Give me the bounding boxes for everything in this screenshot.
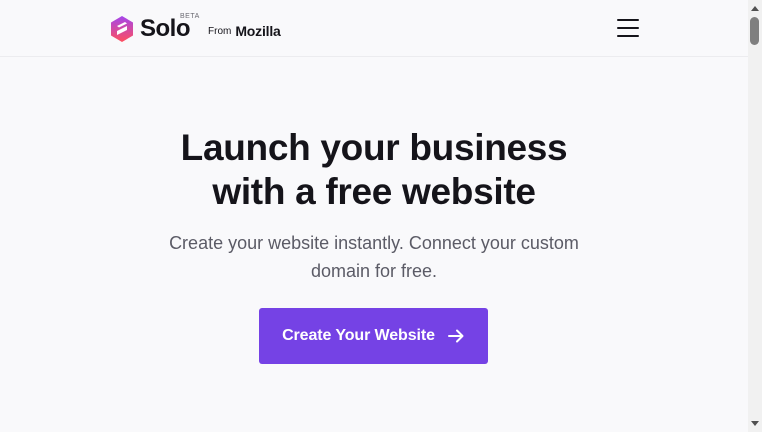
arrow-right-icon (447, 329, 464, 343)
page: Solo From Mozilla BETA Launch your busin… (0, 0, 762, 432)
hero-title-line-1: Launch your business (180, 127, 568, 168)
create-website-button-label: Create Your Website (282, 327, 435, 344)
solo-logo-icon (111, 16, 133, 42)
site-header: Solo From Mozilla BETA (0, 0, 748, 57)
hero-subtitle-line-1: Create your website instantly. Connect y… (169, 233, 579, 253)
hero-title: Launch your business with a free website (0, 126, 748, 214)
beta-badge: BETA (180, 13, 200, 20)
scroll-up-arrow-icon[interactable] (751, 6, 759, 11)
scrollbar-thumb[interactable] (750, 17, 759, 45)
hero-title-line-2: with a free website (212, 171, 536, 212)
hero-subtitle: Create your website instantly. Connect y… (0, 229, 748, 285)
create-website-button[interactable]: Create Your Website (259, 308, 488, 364)
hero-subtitle-line-2: domain for free. (310, 261, 438, 281)
vertical-scrollbar[interactable] (748, 0, 762, 432)
menu-button[interactable] (615, 16, 641, 40)
from-label: From (208, 25, 232, 37)
scroll-down-arrow-icon[interactable] (751, 421, 759, 426)
mozilla-wordmark: Mozilla (235, 22, 281, 39)
